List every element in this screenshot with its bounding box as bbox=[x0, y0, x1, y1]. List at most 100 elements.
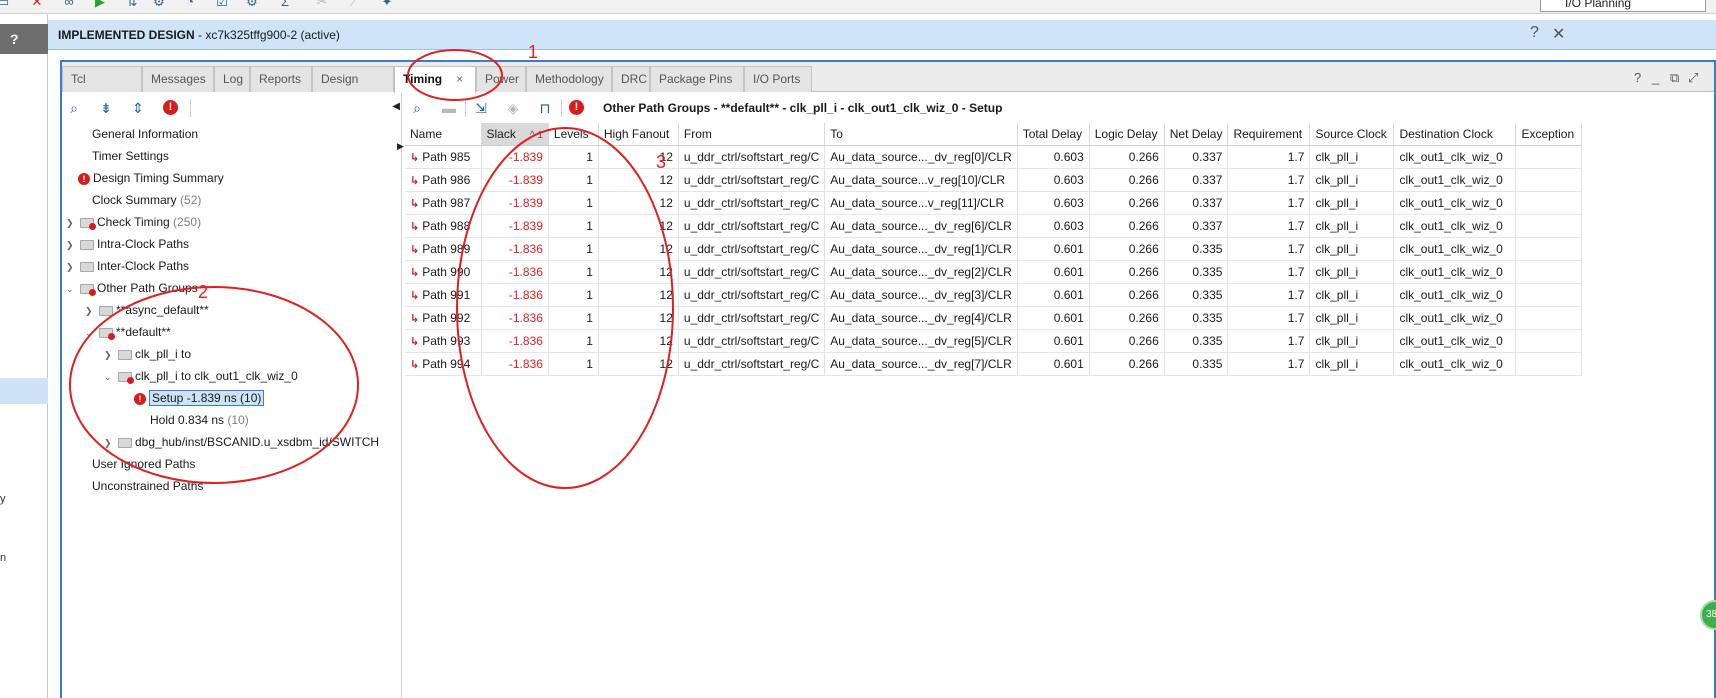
gear-icon[interactable]: ⚙ bbox=[245, 0, 259, 9]
chevron-right-icon[interactable]: ❯ bbox=[66, 256, 78, 278]
col-slack[interactable]: Slack ^ 1 bbox=[481, 123, 549, 146]
chevron-down-icon[interactable]: ⌄ bbox=[85, 322, 97, 344]
tree-item-inter-clock-paths[interactable]: ❯ Inter-Clock Paths bbox=[66, 255, 189, 277]
tree-item-check-timing[interactable]: ❯ Check Timing (250) bbox=[66, 211, 201, 233]
tree-item-default[interactable]: ⌄ **default** bbox=[85, 321, 171, 343]
debug-icon[interactable]: ∞ bbox=[62, 0, 76, 9]
tab-io-ports[interactable]: I/O Ports bbox=[744, 66, 812, 92]
table-cell bbox=[1515, 145, 1583, 169]
table-row[interactable]: ↳ Path 991 -1.836 1 12 u_ddr_ctrl/softstart_r… bbox=[405, 283, 1583, 307]
col-source-clock[interactable]: Source Clock bbox=[1309, 123, 1395, 146]
chevron-right-icon[interactable]: ❯ bbox=[104, 432, 116, 454]
cancel-icon[interactable]: ✕ bbox=[30, 0, 44, 9]
collapse-pane-icon[interactable]: ◀ bbox=[392, 101, 400, 112]
search-icon[interactable]: ⌕ bbox=[409, 100, 425, 116]
table-row[interactable]: ↳ Path 987 -1.839 1 12 u_ddr_ctrl/softstart_r… bbox=[405, 191, 1583, 215]
chevron-down-icon[interactable]: ⌄ bbox=[66, 278, 78, 300]
tab-package-pins[interactable]: Package Pins bbox=[650, 66, 744, 92]
tree-item-setup[interactable]: ! Setup -1.839 ns (10) bbox=[134, 387, 265, 409]
chevron-right-icon[interactable]: ❯ bbox=[66, 212, 78, 234]
chevron-right-icon[interactable]: ❯ bbox=[104, 344, 116, 366]
run-icon[interactable]: ▶ bbox=[93, 0, 107, 9]
flow-selected-item[interactable] bbox=[0, 378, 48, 404]
help-icon[interactable]: ? bbox=[1634, 70, 1641, 85]
col-high-fanout[interactable]: High Fanout bbox=[598, 123, 679, 146]
col-logic-delay[interactable]: Logic Delay bbox=[1089, 123, 1165, 146]
expand-all-icon[interactable]: ⇕ bbox=[130, 100, 146, 116]
chevron-right-icon[interactable]: ❯ bbox=[85, 300, 97, 322]
col-requirement[interactable]: Requirement bbox=[1227, 123, 1311, 146]
settings-icon[interactable]: ⚙ bbox=[152, 0, 166, 9]
minimize-icon[interactable]: _ bbox=[1652, 70, 1659, 85]
table-row[interactable]: ↳ Path 989 -1.836 1 12 u_ddr_ctrl/softstart_r… bbox=[405, 237, 1583, 261]
tab-close-icon[interactable]: × bbox=[456, 72, 463, 86]
maximize-icon[interactable]: ⤢ bbox=[1688, 70, 1698, 86]
tree-item-design-timing-summary[interactable]: ! Design Timing Summary bbox=[78, 167, 224, 189]
wand-icon[interactable]: ✦ bbox=[380, 0, 394, 9]
tree-item-async-default[interactable]: ❯ **async_default** bbox=[85, 299, 209, 321]
search-icon[interactable]: ⌕ bbox=[66, 100, 82, 116]
error-filter-icon[interactable]: ! bbox=[163, 100, 178, 115]
report-icon[interactable]: ◔ bbox=[183, 0, 197, 9]
checklist-icon[interactable]: ☑ bbox=[215, 0, 229, 9]
col-levels[interactable]: Levels bbox=[548, 123, 599, 146]
col-total-delay[interactable]: Total Delay bbox=[1017, 123, 1090, 146]
table-row[interactable]: ↳ Path 994 -1.836 1 12 u_ddr_ctrl/softstart_r… bbox=[405, 352, 1583, 376]
table-row[interactable]: ↳ Path 992 -1.836 1 12 u_ddr_ctrl/softstart_r… bbox=[405, 306, 1583, 330]
col-from[interactable]: From bbox=[678, 123, 826, 146]
close-button[interactable]: ✕ bbox=[1552, 24, 1565, 44]
chevron-down-icon[interactable]: ⌄ bbox=[104, 366, 116, 388]
export-icon[interactable]: ⇲ bbox=[473, 100, 489, 116]
sigma-icon[interactable]: Σ bbox=[278, 0, 292, 9]
table-cell bbox=[1515, 168, 1583, 192]
tree-item-clk-pll-i-to-clk-out1[interactable]: ⌄ clk_pll_i to clk_out1_clk_wiz_0 bbox=[104, 365, 298, 387]
tab-power[interactable]: Power bbox=[476, 66, 526, 92]
tab-timing[interactable]: Timing × bbox=[394, 66, 476, 93]
col-name[interactable]: Name bbox=[405, 123, 482, 146]
tree-item-timer-settings[interactable]: Timer Settings bbox=[92, 145, 169, 167]
restore-icon[interactable]: ⧉ bbox=[1670, 70, 1679, 86]
layout-select[interactable]: I/O Planning bbox=[1540, 0, 1706, 12]
tab-log[interactable]: Log bbox=[214, 66, 250, 92]
tab-tcl-console[interactable]: Tcl Console bbox=[62, 66, 142, 110]
table-row[interactable]: ↳ Path 993 -1.836 1 12 u_ddr_ctrl/softstart_r… bbox=[405, 329, 1583, 353]
tree-item-unconstrained-paths[interactable]: Unconstrained Paths bbox=[92, 475, 203, 497]
tree-item-clock-summary[interactable]: Clock Summary (52) bbox=[92, 189, 201, 211]
tab-methodology[interactable]: Methodology bbox=[526, 66, 612, 92]
app-root: ▭ ✕ ∞ ▶ ⇅ ⚙ ◔ ☑ ⚙ Σ ✂ ⟋ ✦ I/O Planning ?… bbox=[0, 0, 1716, 698]
table-cell: u_ddr_ctrl/softstart_reg/C bbox=[678, 329, 826, 353]
help-button[interactable]: ? bbox=[1530, 24, 1539, 42]
table-cell: 1.7 bbox=[1227, 260, 1311, 284]
table-cell: 1.7 bbox=[1227, 145, 1311, 169]
table-row[interactable]: ↳ Path 988 -1.839 1 12 u_ddr_ctrl/softstart_r… bbox=[405, 214, 1583, 238]
col-to[interactable]: To bbox=[824, 123, 1018, 146]
waveform-icon[interactable]: ⊓ bbox=[537, 100, 553, 116]
tree-item-clk-pll-i-to[interactable]: ❯ clk_pll_i to bbox=[104, 343, 191, 365]
tab-design-runs[interactable]: Design Runs bbox=[312, 66, 394, 110]
tab-drc[interactable]: DRC bbox=[612, 66, 650, 92]
col-exception[interactable]: Exception bbox=[1515, 123, 1583, 146]
error-icon[interactable]: ! bbox=[569, 100, 584, 115]
tree-item-dbg-hub[interactable]: ❯ dbg_hub/inst/BSCANID.u_xsdbm_id/SWITCH bbox=[104, 431, 379, 453]
tree-item-general-information[interactable]: General Information bbox=[92, 123, 198, 145]
table-row[interactable]: ↳ Path 986 -1.839 1 12 u_ddr_ctrl/softstart_r… bbox=[405, 168, 1583, 192]
tree-item-other-path-groups[interactable]: ⌄ Other Path Groups bbox=[66, 277, 198, 299]
tab-messages[interactable]: Messages bbox=[142, 66, 214, 92]
table-cell: 1.7 bbox=[1227, 214, 1311, 238]
flow-text-fragment: y bbox=[0, 493, 6, 505]
program-icon[interactable]: ⇅ bbox=[125, 0, 139, 9]
tree-item-user-ignored-paths[interactable]: User Ignored Paths bbox=[92, 453, 195, 475]
expand-pane-icon[interactable]: ▶ bbox=[397, 141, 404, 152]
chevron-right-icon[interactable]: ❯ bbox=[66, 234, 78, 256]
tree-item-intra-clock-paths[interactable]: ❯ Intra-Clock Paths bbox=[66, 233, 189, 255]
tab-reports[interactable]: Reports bbox=[250, 66, 312, 92]
col-net-delay[interactable]: Net Delay bbox=[1164, 123, 1229, 146]
flow-header-buttons[interactable]: ? _ bbox=[0, 24, 48, 77]
tree-item-hold[interactable]: Hold 0.834 ns (10) bbox=[150, 409, 249, 431]
table-row[interactable]: ↳ Path 990 -1.836 1 12 u_ddr_ctrl/softstart_r… bbox=[405, 260, 1583, 284]
collapse-all-icon[interactable]: ⇟ bbox=[98, 100, 114, 116]
table-row[interactable]: ↳ Path 985 -1.839 1 12 u_ddr_ctrl/softstart_r… bbox=[405, 145, 1583, 169]
toolbar-icon[interactable]: ▭ bbox=[0, 0, 10, 9]
col-destination-clock[interactable]: Destination Clock bbox=[1393, 123, 1517, 146]
table-cell: 12 bbox=[598, 168, 679, 192]
